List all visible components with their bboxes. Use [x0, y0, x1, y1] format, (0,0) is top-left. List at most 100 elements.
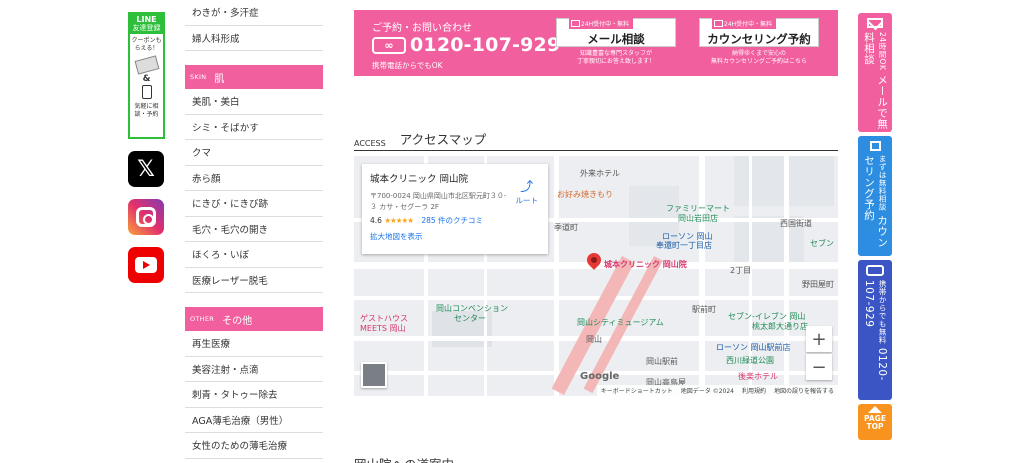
map-card-name: 城本クリニック 岡山院 — [370, 174, 469, 185]
banner-phone[interactable]: ∞ 0120-107-929 — [372, 34, 560, 56]
map-label-okayama: 岡山 — [586, 335, 602, 344]
zoom-out-button[interactable]: − — [806, 354, 832, 380]
social-column: LINE 友達登録 クーポンもらえる！ & 気軽に相談・予約 𝕏 — [128, 12, 168, 283]
line-amp: & — [142, 74, 151, 85]
menu-item[interactable]: にきび・にきび跡 — [185, 191, 323, 217]
map-road — [784, 156, 789, 396]
counseling-tag: 24H受付中・無料 — [712, 18, 777, 29]
side-mail-text: 24時間OK メールで無料相談 — [862, 32, 888, 132]
treatment-menu: わきが・多汗症 婦人科形成 SKIN 肌美肌・美白 シミ・そばかす クマ 赤ら顔 にきび・にき… — [185, 0, 323, 459]
rating-value: 4.6 — [370, 216, 382, 225]
keyboard-shortcut-link[interactable]: キーボードショートカット — [601, 386, 673, 395]
directions-heading: 岡山院への道案内 — [354, 454, 454, 463]
x-logo-glyph: 𝕏 — [137, 156, 155, 182]
freedial-icon: ∞ — [372, 36, 406, 54]
menu-item[interactable]: ほくろ・いぼ — [185, 242, 323, 268]
menu-item[interactable]: 赤ら顔 — [185, 166, 323, 191]
arrow-up-icon — [868, 406, 882, 413]
youtube-play-icon — [135, 257, 157, 273]
google-map[interactable]: 城本クリニック 岡山院 お好み焼きもり ファミリーマート 岡山岩田店 ローソン … — [354, 156, 838, 396]
map-label-clinic[interactable]: 城本クリニック 岡山院 — [604, 259, 687, 270]
terms-link[interactable]: 利用規約 — [742, 386, 766, 395]
youtube-icon[interactable] — [128, 247, 164, 283]
x-twitter-icon[interactable]: 𝕏 — [128, 151, 164, 187]
menu-item[interactable]: シミ・そばかす — [185, 115, 323, 140]
page: LINE 友達登録 クーポンもらえる！ & 気軽に相談・予約 𝕏 わきが・多汗症… — [0, 0, 1024, 463]
side-counseling-text: まずは無料相談 カウンセリング予約 — [862, 155, 888, 256]
phone-icon — [141, 85, 152, 100]
side-counseling-tab[interactable]: まずは無料相談 カウンセリング予約 — [858, 136, 892, 256]
map-label-nodaya: 野田屋町 — [802, 280, 834, 289]
map-label-korakuen-hotel[interactable]: 後楽ホテル — [738, 371, 778, 382]
map-label-seven-b: 桃太郎大通り店 — [752, 322, 808, 331]
reviews-link[interactable]: 285 件のクチコミ — [421, 216, 483, 225]
menu-item[interactable]: 婦人科形成 — [185, 26, 323, 51]
map-label-suemichi: 季道町 — [554, 223, 578, 232]
menu-item[interactable]: 美肌・美白 — [185, 89, 323, 115]
banner-note: 携帯電話からでもOK — [372, 61, 443, 70]
counseling-sub: 納得ゆくまで安心の 無料カウンセリングご予約はこちら — [699, 50, 819, 67]
map-label-okonomiyaki[interactable]: お好み焼きもり — [557, 189, 613, 200]
menu-item[interactable]: 女性のための薄毛治療 — [185, 433, 323, 459]
map-road — [699, 156, 705, 396]
map-data-text: 地図データ ©2024 — [680, 388, 734, 395]
line-banner-header: LINE 友達登録 — [130, 14, 163, 35]
rating-stars-icon: ★★★★★ — [384, 216, 414, 225]
mail-consult-sub: 知識豊富な専門スタッフが 丁寧親切にお答え致します！ — [556, 50, 676, 67]
menu-item[interactable]: わきが・多汗症 — [185, 0, 323, 26]
report-error-link[interactable]: 地図の誤りを報告する — [774, 386, 834, 395]
banner-phone-number: 0120-107-929 — [410, 34, 561, 56]
mail-icon — [867, 18, 883, 29]
access-heading-title: アクセスマップ — [399, 132, 487, 147]
menu-item[interactable]: 再生医療 — [185, 331, 323, 357]
access-heading-en: ACCESS — [354, 139, 386, 148]
mail-sub-line2: 丁寧親切にお答え致します！ — [576, 58, 655, 66]
line-friend-banner[interactable]: LINE 友達登録 クーポンもらえる！ & 気軽に相談・予約 — [128, 12, 165, 139]
menu-item[interactable]: 美容注射・点滴 — [185, 357, 323, 382]
line-subtitle: 友達登録 — [132, 23, 161, 32]
map-label-2chome: 2丁目 — [730, 266, 752, 275]
banner-title: ご予約・お問い合わせ — [372, 23, 472, 34]
map-label-seven-top[interactable]: セブン — [810, 238, 834, 249]
page-top-line2: TOP — [866, 422, 884, 432]
access-heading: ACCESS アクセスマップ — [354, 131, 838, 151]
menu-item[interactable]: 毛穴・毛穴の開き — [185, 217, 323, 242]
counseling-label: カウンセリング予約 — [707, 32, 811, 46]
map-label-nishi: 西国街道 — [780, 219, 812, 228]
satellite-toggle-button[interactable] — [361, 362, 387, 388]
side-phone-tab[interactable]: 携帯からでも無料 0120-107-929 — [858, 260, 892, 400]
menu-category-label: 肌 — [214, 73, 225, 85]
side-phone-line1: 携帯からでも無料 — [878, 279, 888, 344]
menu-item[interactable]: クマ — [185, 140, 323, 166]
map-label-city-museum[interactable]: 岡山シティミュージアム — [577, 317, 664, 328]
side-mail-consult-tab[interactable]: 24時間OK メールで無料相談 — [858, 13, 892, 132]
mail-consult-button[interactable]: 24H受付中・無料 メール相談 — [556, 18, 676, 47]
menu-item[interactable]: 刺青・タトゥー除去 — [185, 382, 323, 408]
document-icon — [869, 141, 881, 152]
route-button[interactable]: ⤴ ルート — [516, 176, 539, 206]
menu-item[interactable]: AGA薄毛治療（男性） — [185, 408, 323, 433]
route-label: ルート — [515, 196, 539, 205]
menu-item[interactable]: 医療レーザー脱毛 — [185, 268, 323, 293]
menu-category-label: その他 — [222, 315, 253, 327]
side-mail-line1: 24時間OK — [878, 32, 888, 71]
counseling-button[interactable]: 24H受付中・無料 カウンセリング予約 — [699, 18, 819, 47]
instagram-icon[interactable] — [128, 199, 164, 235]
map-label-sotomo: 外来ホテル — [580, 169, 620, 178]
menu-category-en: SKIN — [190, 73, 207, 81]
page-top-button[interactable]: PAGE TOP — [858, 404, 892, 440]
menu-category-en: OTHER — [190, 315, 215, 323]
menu-category-other: OTHER その他 — [185, 307, 323, 331]
map-label-lawson2[interactable]: ローソン 岡山駅前店 — [716, 342, 791, 353]
contact-banner: ご予約・お問い合わせ ∞ 0120-107-929 携帯電話からでもOK 24H… — [354, 10, 838, 76]
map-label-nishigawa[interactable]: 西川緑道公園 — [726, 355, 774, 366]
expand-map-link[interactable]: 拡大地図を表示 — [370, 231, 540, 242]
map-label-meets: MEETS 岡山 — [360, 324, 406, 333]
side-phone-text: 携帯からでも無料 0120-107-929 — [862, 280, 888, 401]
side-counseling-line1: まずは無料相談 — [878, 155, 888, 212]
map-label-iwata[interactable]: 岡山岩田店 — [678, 213, 718, 224]
mail-tag: 24H受付中・無料 — [569, 18, 634, 29]
mail-consult-label: メール相談 — [587, 32, 645, 46]
map-label-lawson1b[interactable]: 奉還町一丁目店 — [656, 240, 712, 251]
zoom-in-button[interactable]: + — [806, 326, 832, 352]
